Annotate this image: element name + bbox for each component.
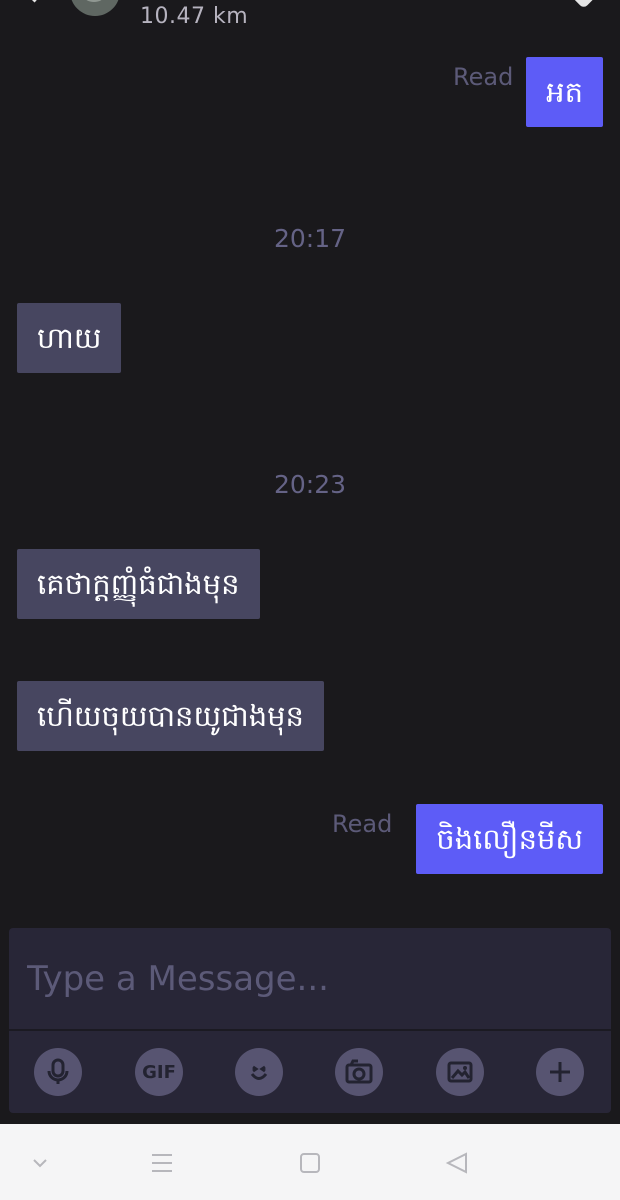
message-bubble-incoming[interactable]: ហើយចុយបានយូជាងមុន — [17, 681, 324, 751]
system-navigation-bar — [0, 1124, 620, 1200]
message-bubble-outgoing[interactable]: អត — [526, 57, 603, 127]
location-pin-icon[interactable] — [568, 0, 598, 9]
emoji-icon[interactable] — [235, 1048, 283, 1096]
microphone-icon[interactable] — [34, 1048, 82, 1096]
message-composer: GIF — [9, 928, 611, 1113]
chevron-down-icon[interactable] — [27, 1150, 53, 1176]
camera-icon[interactable] — [335, 1048, 383, 1096]
plus-icon[interactable] — [536, 1048, 584, 1096]
read-status: Read — [453, 63, 514, 91]
read-status: Read — [332, 810, 393, 838]
home-square-icon[interactable] — [297, 1150, 323, 1176]
message-bubble-outgoing[interactable]: ចិងលឿនមីស — [416, 804, 603, 874]
message-timestamp: 20:23 — [273, 470, 347, 499]
menu-icon[interactable] — [149, 1150, 175, 1176]
back-triangle-icon[interactable] — [444, 1150, 470, 1176]
message-bubble-incoming[interactable]: ហាយ — [17, 303, 122, 373]
message-bubble-incoming[interactable]: គេថាក្តញ្ញុំធំជាងមុន — [17, 549, 260, 619]
image-icon[interactable] — [436, 1048, 484, 1096]
gif-icon[interactable]: GIF — [135, 1048, 183, 1096]
distance-label: 10.47 km — [140, 4, 249, 29]
message-input[interactable] — [9, 928, 611, 1029]
message-timestamp: 20:17 — [273, 224, 347, 253]
composer-divider — [9, 1029, 611, 1031]
back-icon[interactable] — [22, 0, 47, 3]
avatar[interactable] — [70, 0, 120, 16]
chat-header: 10.47 km — [0, 0, 620, 34]
gif-label: GIF — [142, 1061, 176, 1083]
